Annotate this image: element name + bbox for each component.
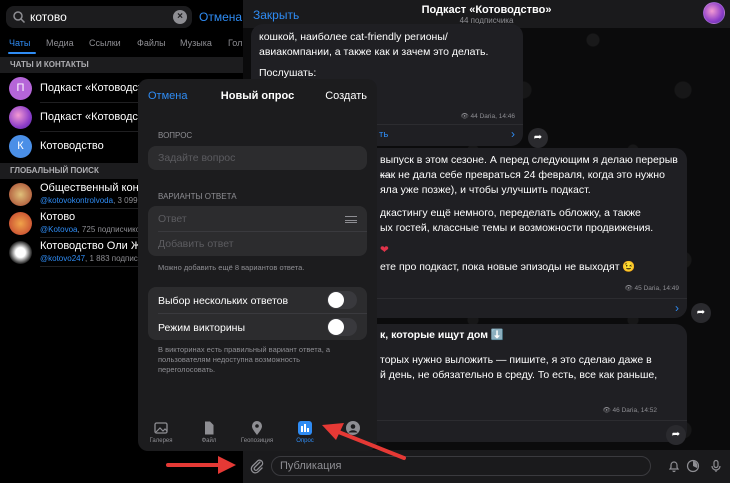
search-input[interactable]: котово ×: [6, 6, 192, 28]
message-header: к, которые ищут дом ⬇️: [380, 329, 504, 341]
message-meta: 👁 44 Daria, 14:46: [460, 113, 515, 120]
message-meta: 👁 45 Daria, 14:49: [624, 285, 679, 292]
chat-title[interactable]: Подкаст «Котоводство»: [243, 4, 730, 16]
tab-media[interactable]: Медиа: [46, 38, 74, 48]
search-cancel-button[interactable]: Отмена: [199, 10, 242, 24]
timer-icon[interactable]: [686, 459, 700, 473]
avatar: [9, 241, 32, 264]
bell-icon[interactable]: [667, 459, 681, 473]
result-subtitle: @Kotovoa, 725 подписчиков: [40, 225, 145, 234]
message-text: яла уже позже), и чтобы улучшить подкаст…: [380, 184, 591, 196]
contact-title: Котоводство: [40, 140, 104, 152]
add-answer-button[interactable]: Добавить ответ: [158, 238, 234, 250]
quiz-mode-toggle[interactable]: [327, 318, 357, 336]
result-subtitle: @kotovokontrolvoda, 3 099: [40, 196, 138, 205]
answers-note: Можно добавить ещё 8 вариантов ответа.: [158, 263, 305, 272]
multiple-answers-toggle[interactable]: [327, 291, 357, 309]
message-text: торых нужно выложить — пишите, я это сде…: [380, 354, 652, 366]
result-title: Котоводство Оли Ж: [40, 240, 141, 252]
message-text: ых гостей, классные темы и возможности п…: [380, 222, 654, 234]
tab-music[interactable]: Музыка: [180, 38, 212, 48]
question-label: ВОПРОС: [158, 131, 193, 140]
attach-file[interactable]: Файл: [189, 420, 229, 444]
forward-icon[interactable]: ➦: [528, 128, 548, 148]
search-icon: [13, 11, 26, 24]
answer-input[interactable]: Ответ: [158, 213, 187, 225]
result-title: Котово: [40, 211, 76, 223]
quiz-note: В викторинах есть правильный вариант отв…: [158, 345, 331, 374]
attach-gallery[interactable]: Галерея: [141, 420, 181, 444]
poll-header: Отмена Новый опрос Создать: [138, 79, 377, 113]
composer-bar: Публикация: [243, 450, 730, 483]
chevron-right-icon: ›: [511, 127, 515, 141]
gallery-icon: [154, 422, 168, 434]
poll-options: Выбор нескольких ответов Режим викторины: [148, 287, 367, 340]
poll-create-button[interactable]: Создать: [325, 90, 367, 102]
heart-icon: ❤: [380, 244, 389, 256]
location-icon: [252, 421, 262, 435]
comments-link[interactable]: ть: [379, 129, 388, 140]
chevron-right-icon: ›: [675, 301, 679, 315]
avatar: П: [9, 77, 32, 100]
avatar: К: [9, 135, 32, 158]
avatar: [9, 212, 32, 235]
attach-icon[interactable]: [249, 458, 265, 474]
section-header-chats: ЧАТЫ И КОНТАКТЫ: [0, 57, 246, 73]
message-text: дкастингу ещё немного, переделать обложк…: [380, 207, 641, 219]
channel-avatar[interactable]: [703, 2, 725, 24]
tab-files[interactable]: Файлы: [137, 38, 166, 48]
quiz-mode-label: Режим викторины: [158, 322, 246, 334]
attach-location[interactable]: Геопозиция: [237, 420, 277, 444]
clear-icon[interactable]: ×: [173, 10, 187, 24]
microphone-icon[interactable]: [709, 459, 723, 473]
message-text: как не дала себе превраться 24 февраля, …: [380, 169, 665, 181]
forward-icon[interactable]: ➦: [691, 303, 711, 323]
tab-chats[interactable]: Чаты: [9, 38, 30, 48]
poll-icon: [298, 421, 312, 435]
avatar: [9, 183, 32, 206]
forward-icon[interactable]: ➦: [666, 425, 686, 445]
message-text: ете про подкаст, пока новые эпизоды не в…: [380, 261, 636, 273]
file-icon: [205, 421, 214, 435]
answers-box: Ответ Добавить ответ: [148, 206, 367, 256]
tab-voice[interactable]: Гол: [228, 38, 242, 48]
search-row: котово × Отмена: [0, 0, 246, 34]
multiple-answers-label: Выбор нескольких ответов: [158, 295, 289, 307]
message-text: кошкой, наиболее cat-friendly регионы/: [259, 31, 448, 43]
search-query: котово: [30, 10, 67, 24]
message-meta: 👁 46 Daria, 14:52: [602, 407, 657, 414]
avatar: [9, 106, 32, 129]
message-text: й день, не обязательно в среду. То есть,…: [380, 369, 658, 381]
tab-links[interactable]: Ссылки: [89, 38, 121, 48]
question-input[interactable]: Задайте вопрос: [148, 146, 367, 170]
answers-label: ВАРИАНТЫ ОТВЕТА: [158, 192, 237, 201]
new-poll-dialog: Отмена Новый опрос Создать ВОПРОС Задайт…: [138, 79, 377, 451]
search-tabs: Чаты Медиа Ссылки Файлы Музыка Гол: [0, 34, 246, 54]
reorder-icon[interactable]: [345, 216, 357, 223]
red-arrow-poll: [322, 423, 406, 460]
tab-underline: [8, 52, 36, 54]
message-text: авиакомпании, а также как и зачем это де…: [259, 46, 489, 58]
question-placeholder: Задайте вопрос: [158, 152, 236, 164]
red-arrow-attach: [166, 456, 236, 474]
